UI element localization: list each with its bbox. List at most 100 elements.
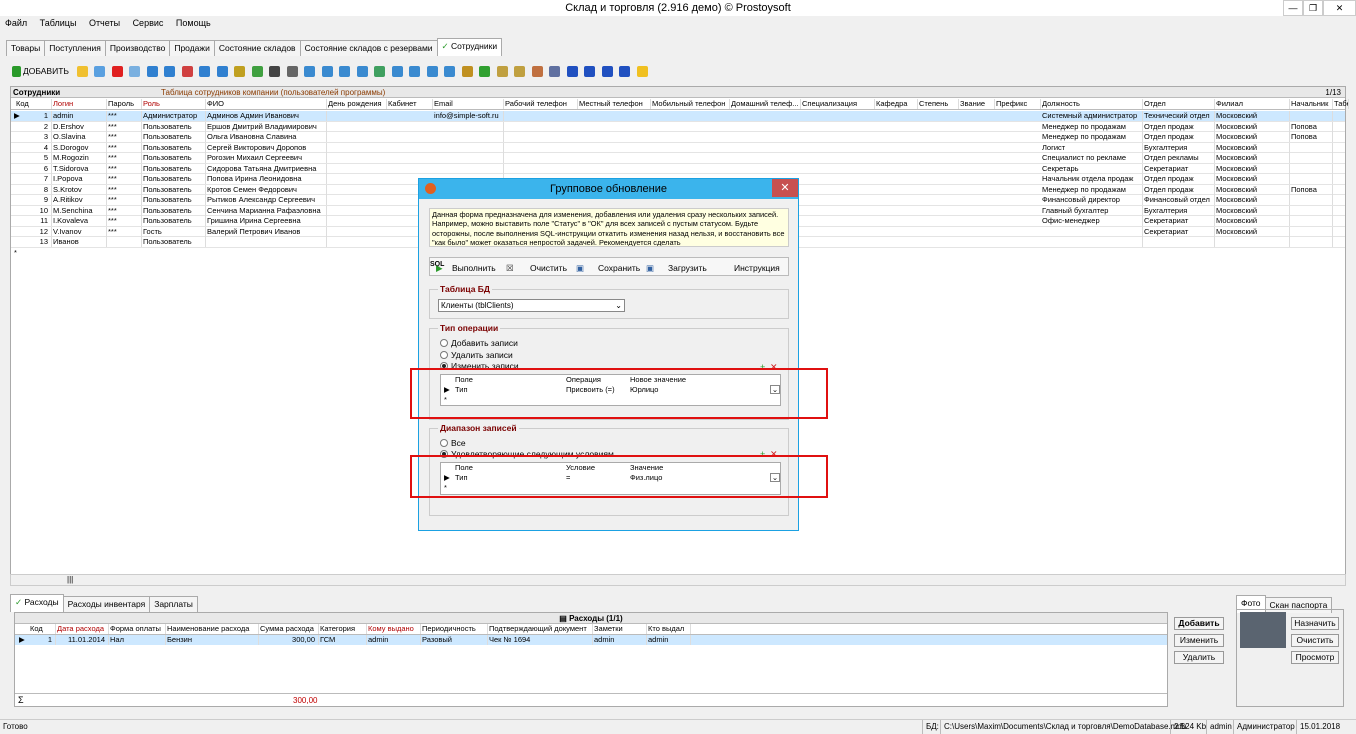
column-header[interactable]: Отдел <box>1143 99 1215 109</box>
load-icon[interactable]: ▣ <box>646 263 654 274</box>
cell-branch[interactable]: Московский <box>1215 163 1290 174</box>
cell-pwd[interactable] <box>107 237 142 247</box>
save-icon[interactable]: ▣ <box>576 263 584 274</box>
cell-branch[interactable] <box>1215 237 1290 247</box>
minimize-button[interactable]: — <box>1283 0 1303 16</box>
expense-cell[interactable]: Разовый <box>421 635 488 645</box>
column-header[interactable]: Префикс <box>995 99 1041 109</box>
group-update-icon[interactable] <box>391 66 403 77</box>
dialog-close-button[interactable]: ✕ <box>772 179 798 197</box>
expense-column-header[interactable]: Периодичность <box>421 624 488 634</box>
expense-column-header[interactable]: Сумма расхода <box>259 624 319 634</box>
cell-fio[interactable]: Сергей Викторович Доропов <box>206 142 327 153</box>
cell-login[interactable]: admin <box>52 111 107 121</box>
cell-branch[interactable]: Московский <box>1215 216 1290 226</box>
expense-edit-button[interactable]: Изменить <box>1174 634 1224 647</box>
cell-fio[interactable]: Кротов Семен Федорович <box>206 184 327 195</box>
column-header[interactable]: Домашний телеф... <box>730 99 801 109</box>
menu-reports[interactable]: Отчеты <box>84 16 125 30</box>
cell-boss[interactable] <box>1290 142 1333 153</box>
column-header[interactable]: Логин <box>52 99 107 109</box>
column-header[interactable]: Степень <box>918 99 959 109</box>
close-button[interactable]: ✕ <box>1323 0 1356 16</box>
cell-pos[interactable]: Главный бухгалтер <box>1041 205 1143 216</box>
cell-role[interactable]: Пользователь <box>142 184 206 195</box>
cell-role[interactable]: Пользователь <box>142 237 206 247</box>
cell-id[interactable]: 1 <box>15 111 52 121</box>
cell-dept[interactable]: Бухгалтерия <box>1143 205 1215 216</box>
cell-dept[interactable]: Отдел продаж <box>1143 174 1215 184</box>
cell-boss[interactable]: Попова <box>1290 121 1333 132</box>
expenses-row[interactable]: 1 11.01.2014 Нал Бензин 300,00 ГСМ admin Разовы… <box>15 635 1167 645</box>
photo-view-button[interactable]: Просмотр <box>1291 651 1339 664</box>
maximize-button[interactable]: ❐ <box>1303 0 1323 16</box>
cell-boss[interactable] <box>1290 216 1333 226</box>
cell-id[interactable]: 3 <box>15 132 52 142</box>
radio-add-records[interactable]: Добавить записи <box>440 338 518 348</box>
refresh-icon[interactable] <box>251 66 263 77</box>
cell-branch[interactable]: Московский <box>1215 205 1290 216</box>
cell-login[interactable]: A.Ritikov <box>52 195 107 205</box>
edit-icon[interactable] <box>76 66 88 77</box>
cell-dept[interactable]: Отдел рекламы <box>1143 153 1215 163</box>
expense-column-header[interactable]: Наименование расхода <box>166 624 259 634</box>
cell-pos[interactable] <box>1041 237 1143 247</box>
cell-login[interactable]: I.Popova <box>52 174 107 184</box>
cell-pwd[interactable]: *** <box>107 184 142 195</box>
next-record-icon[interactable] <box>601 66 613 77</box>
cell-role[interactable]: Пользователь <box>142 216 206 226</box>
column-header[interactable]: Начальник <box>1290 99 1333 109</box>
cell-email[interactable] <box>433 142 504 153</box>
expense-cell[interactable]: admin <box>367 635 421 645</box>
cell-id[interactable]: 12 <box>15 226 52 237</box>
tab-production[interactable]: Производство <box>104 40 171 56</box>
expense-column-header[interactable]: Форма оплаты <box>109 624 166 634</box>
expense-cell[interactable]: 11.01.2014 <box>56 635 109 645</box>
cell-branch[interactable]: Московский <box>1215 174 1290 184</box>
filter-add-icon[interactable] <box>164 66 176 77</box>
prev-record-icon[interactable] <box>584 66 596 77</box>
cell-pwd[interactable]: *** <box>107 111 142 121</box>
load-button[interactable]: Загрузить <box>668 263 707 273</box>
expense-column-header[interactable]: Кто выдал <box>647 624 691 634</box>
document-icon[interactable] <box>496 66 508 77</box>
scroll-thumb-icon[interactable]: ||| <box>67 575 73 584</box>
column-header[interactable]: Табе <box>1333 99 1349 109</box>
expense-column-header[interactable]: Кому выдано <box>367 624 421 634</box>
cell-pos[interactable]: Начальник отдела продаж <box>1041 174 1143 184</box>
cell-email[interactable] <box>433 153 504 163</box>
cell-id[interactable]: 7 <box>15 174 52 184</box>
layout-icon[interactable] <box>444 66 456 77</box>
cell-role[interactable]: Пользователь <box>142 174 206 184</box>
copy-icon[interactable] <box>94 66 106 77</box>
cell-boss[interactable] <box>1290 153 1333 163</box>
column-header[interactable]: День рождения <box>327 99 387 109</box>
cell-role[interactable]: Гость <box>142 226 206 237</box>
column-header[interactable]: Код <box>15 99 52 109</box>
tab-inventory-expenses[interactable]: Расходы инвентаря <box>62 596 151 612</box>
first-record-icon[interactable] <box>566 66 578 77</box>
cell-fio[interactable]: Ольга Ивановна Славина <box>206 132 327 142</box>
table-row[interactable]: 1 admin *** Администратор Админов Админ Иван… <box>11 111 1345 122</box>
column-header[interactable]: Филиал <box>1215 99 1290 109</box>
cell-login[interactable]: D.Ershov <box>52 121 107 132</box>
preview-icon[interactable] <box>304 66 316 77</box>
expense-column-header[interactable]: Подтверждающий документ <box>488 624 593 634</box>
menu-file[interactable]: Файл <box>0 16 32 30</box>
cell-login[interactable]: V.Ivanov <box>52 226 107 237</box>
cell-role[interactable]: Пользователь <box>142 163 206 174</box>
cell-branch[interactable]: Московский <box>1215 195 1290 205</box>
print-icon[interactable] <box>286 66 298 77</box>
column-header[interactable]: Местный телефон <box>578 99 651 109</box>
cell-pwd[interactable]: *** <box>107 205 142 216</box>
expense-column-header[interactable]: Код <box>29 624 56 634</box>
cell-pwd[interactable]: *** <box>107 195 142 205</box>
cell-role[interactable]: Пользователь <box>142 153 206 163</box>
cell-email[interactable]: info@simple-soft.ru <box>433 111 504 121</box>
expense-cell[interactable]: Бензин <box>166 635 259 645</box>
cell-pos[interactable]: Логист <box>1041 142 1143 153</box>
cell-pwd[interactable]: *** <box>107 121 142 132</box>
column-header[interactable]: Рабочий телефон <box>504 99 578 109</box>
cell-boss[interactable] <box>1290 163 1333 174</box>
cell-role[interactable]: Администратор <box>142 111 206 121</box>
